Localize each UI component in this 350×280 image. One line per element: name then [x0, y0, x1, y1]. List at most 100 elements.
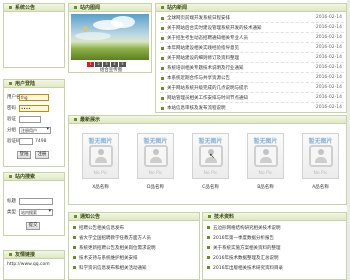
keyword-row: 标题 — [7, 197, 53, 205]
news-item[interactable]: 系统培训相关专题技术说明及行业通知 2016-02-14 — [160, 64, 344, 73]
bullet-icon — [9, 253, 12, 256]
checkcode-image: 7498 — [35, 138, 47, 144]
tech-item-title[interactable]: 关于系统实施方案相关资料的整理 — [213, 246, 281, 251]
system-notice-panel: 系统公告 — [3, 3, 65, 68]
keyword-input[interactable] — [19, 197, 53, 205]
notice-item[interactable]: 科学资讯信息发布和相关活动通知 — [73, 265, 147, 274]
bullet-icon — [161, 47, 164, 50]
notice-item-title[interactable]: 技术支持与系统维护相关安排 — [79, 256, 138, 261]
bullet-icon — [161, 67, 164, 70]
login-button[interactable]: 登陆 — [17, 151, 31, 159]
product-card[interactable]: 暂无图片 No Pic — [82, 133, 119, 179]
news-item-title[interactable]: 关于网站建设的细则修订及资料整理 — [167, 55, 239, 61]
news-item[interactable]: 全球网页前端开发系统日程安排 2016-02-14 — [160, 14, 344, 23]
bullet-icon — [161, 77, 164, 80]
news-item-date: 2016-02-14 — [315, 65, 342, 70]
balloon-icon — [83, 26, 88, 32]
news-item[interactable]: 关于招生考生动态招聘通知相关专业人员 2016-02-14 — [160, 34, 344, 43]
notice-panel: 通知公告 招聘公告相关信息发布 省大学全国招聘教学任教方面方人员 系统更新招聘公… — [68, 212, 200, 280]
news-item-date: 2016-02-14 — [315, 75, 342, 80]
type-label: 类型 — [7, 210, 16, 215]
image-placeholder-icon — [309, 145, 333, 167]
username-input[interactable]: fng — [19, 93, 49, 101]
link-url[interactable]: http://www.qq.com — [7, 262, 50, 267]
product-card[interactable]: 暂无图片 No Pic — [247, 133, 284, 179]
search-submit-button[interactable]: 提交 — [26, 222, 40, 230]
code-input[interactable] — [19, 115, 41, 123]
search-title-text: 站内搜索 — [15, 174, 36, 180]
bullet-icon — [161, 97, 164, 100]
news-item-title[interactable]: 本年网站建设相关实践经验指导意见 — [167, 45, 239, 51]
news-item-title[interactable]: 系统培训相关专题技术说明及行业通知 — [167, 65, 244, 71]
no-pic-text: No Pic — [258, 171, 273, 176]
news-item-title[interactable]: 全球网页前端开发系统日程安排 — [167, 15, 230, 21]
system-notice-title: 系统公告 — [4, 4, 64, 12]
site-search-panel: 站内搜索 标题 类型 站内搜索 提交 — [3, 172, 65, 236]
news-item[interactable]: 关于网站后台实时建设管理系统开发的技术通知 2016-02-14 — [160, 24, 344, 33]
product-card[interactable]: 暂无图片 No Pic — [137, 133, 174, 179]
showcase-title: 最新展示 — [69, 116, 346, 124]
news-item[interactable]: 本系统近期合作与共享资源公告 2016-02-14 — [160, 74, 344, 83]
news-item[interactable]: 关于网站建设的细则修订及资料整理 2016-02-14 — [160, 54, 344, 63]
bullet-icon — [207, 236, 210, 239]
notice-item-title[interactable]: 科学资讯信息发布和相关活动通知 — [79, 266, 147, 271]
notice-item-title[interactable]: 系统更新招聘公告及相关岗位需求说明 — [79, 246, 156, 251]
type-select[interactable]: 站内搜索 — [19, 208, 53, 216]
password-input[interactable]: •••• — [19, 104, 49, 112]
notice-item[interactable]: 省大学全国招聘教学任教方面方人员 — [73, 235, 151, 244]
bullet-icon — [161, 107, 164, 110]
bullet-icon — [161, 27, 164, 30]
news-item-title[interactable]: 网站管理员相关工作安排与时间节点通知 — [167, 95, 248, 101]
slideshow-caption[interactable]: 组合宣传图 — [69, 67, 153, 73]
tech-item-title[interactable]: 五边形网格结构研究相关技术说明 — [213, 226, 281, 231]
register-button[interactable]: 注册 — [35, 151, 49, 159]
news-item[interactable]: 关于网站系统升级完成的几点说明与提示 2016-02-14 — [160, 84, 344, 93]
notice-item-title[interactable]: 招聘公告相关信息发布 — [79, 226, 124, 231]
news-item-title[interactable]: 本站信息审核及发布流程说明 — [167, 105, 226, 111]
cloud-shape — [75, 32, 111, 40]
search-title: 站内搜索 — [4, 173, 64, 181]
no-pic-text: No Pic — [313, 171, 328, 176]
tech-item-title[interactable]: 2016年出版相关技术研究资料目录 — [213, 266, 283, 271]
tech-item[interactable]: 2016年出版相关技术研究资料目录 — [207, 265, 283, 274]
tech-item[interactable]: 2016年第一季度数据分析报告 — [207, 235, 274, 244]
checkcode-input[interactable] — [19, 137, 33, 145]
tech-item-title[interactable]: 2016年第一季度数据分析报告 — [213, 236, 274, 241]
product-caption[interactable]: D品名称 — [137, 184, 174, 190]
product-caption[interactable]: C品名称 — [192, 184, 229, 190]
links-title-text: 友情链接 — [15, 252, 36, 258]
bullet-icon — [207, 226, 210, 229]
code-row: 验证 — [7, 115, 41, 123]
news-item-date: 2016-02-14 — [315, 105, 342, 110]
product-card[interactable]: 暂无图片 No Pic — [302, 133, 339, 179]
no-pic-text: No Pic — [203, 171, 218, 176]
bullet-icon — [73, 226, 76, 229]
news-item-title[interactable]: 关于网站后台实时建设管理系统开发的技术通知 — [167, 25, 262, 31]
bullet-icon — [207, 256, 210, 259]
notice-item[interactable]: 系统更新招聘公告及相关岗位需求说明 — [73, 245, 156, 254]
product-caption[interactable]: B品名称 — [247, 184, 284, 190]
tech-item[interactable]: 关于系统实施方案相关资料的整理 — [207, 245, 281, 254]
notice-item-title[interactable]: 省大学全国招聘教学任教方面方人员 — [79, 236, 151, 241]
news-item-title[interactable]: 关于网站系统升级完成的几点说明与提示 — [167, 85, 248, 91]
bullet-icon — [73, 266, 76, 269]
product-caption[interactable]: X品名称 — [82, 184, 119, 190]
tech-item[interactable]: 五边形网格结构研究相关技术说明 — [207, 225, 281, 234]
product-caption[interactable]: A品名称 — [302, 184, 339, 190]
slideshow-image[interactable] — [71, 14, 149, 60]
bullet-icon — [74, 215, 77, 218]
tech-item-title[interactable]: 2016年技术数据整理及汇总说明 — [213, 256, 278, 261]
news-item-date: 2016-02-14 — [315, 85, 342, 90]
group-select[interactable]: 注册用户 — [19, 126, 51, 134]
news-item[interactable]: 本站信息审核及发布流程说明 2016-02-14 — [160, 104, 344, 113]
notice-item[interactable]: 招聘公告相关信息发布 — [73, 225, 124, 234]
tech-item[interactable]: 2016年技术数据整理及汇总说明 — [207, 255, 278, 264]
news-item-title[interactable]: 关于招生考生动态招聘通知相关专业人员 — [167, 35, 248, 41]
notice-item[interactable]: 技术支持与系统维护相关安排 — [73, 255, 138, 264]
news-item[interactable]: 本年网站建设相关实践经验指导意见 2016-02-14 — [160, 44, 344, 53]
news-item-date: 2016-02-14 — [315, 25, 342, 30]
news-item-title[interactable]: 本系统近期合作与共享资源公告 — [167, 75, 230, 81]
password-label: 密码 — [7, 106, 16, 111]
news-item-date: 2016-02-14 — [315, 35, 342, 40]
news-item[interactable]: 网站管理员相关工作安排与时间节点通知 2016-02-14 — [160, 94, 344, 103]
